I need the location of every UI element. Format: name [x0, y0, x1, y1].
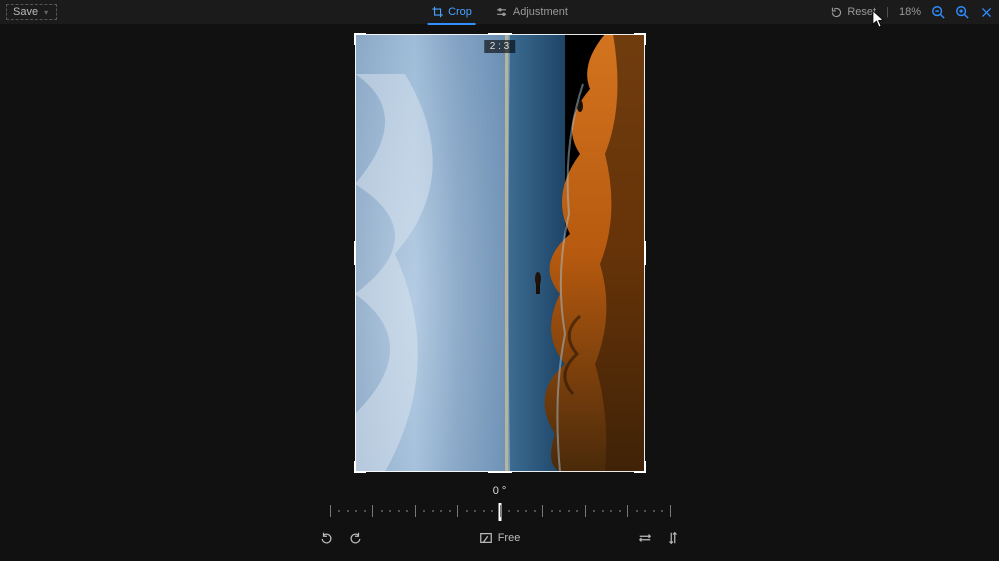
ruler-tick-minor	[440, 510, 442, 512]
save-label: Save	[13, 6, 38, 18]
ruler-tick-major	[627, 505, 628, 517]
ruler-tick-major	[585, 505, 586, 517]
rotate-ccw-button[interactable]	[320, 531, 334, 545]
ruler-tick-major	[415, 505, 416, 517]
crop-handle-bottom[interactable]	[488, 471, 512, 473]
rotation-angle-label: 0 °	[493, 485, 507, 497]
aspect-mode-button[interactable]: Free	[479, 531, 521, 545]
zoom-label: 18%	[899, 6, 921, 18]
rotation-ruler[interactable]	[330, 499, 670, 523]
ruler-tick-major	[670, 505, 671, 517]
chevron-down-icon: ▾	[44, 8, 48, 17]
aspect-icon	[479, 531, 493, 545]
crop-handle-top[interactable]	[488, 33, 512, 35]
reset-label: Reset	[847, 6, 876, 18]
bottom-controls: 0 ° Free	[0, 481, 999, 561]
ruler-tick-minor	[525, 510, 527, 512]
ruler-tick-major	[542, 505, 543, 517]
ruler-tick-major	[457, 505, 458, 517]
toolbar-right: Reset | 18%	[829, 5, 993, 19]
ruler-tick-minor	[466, 510, 468, 512]
ruler-tick-minor	[483, 510, 485, 512]
ruler-tick-minor	[423, 510, 425, 512]
aspect-ratio-badge: 2 : 3	[484, 40, 515, 53]
ruler-tick-minor	[559, 510, 561, 512]
ruler-tick-minor	[602, 510, 604, 512]
ruler-tick-minor	[406, 510, 408, 512]
ruler-tick-minor	[610, 510, 612, 512]
reset-button[interactable]: Reset	[829, 5, 876, 19]
flip-horizontal-button[interactable]	[638, 531, 652, 545]
crop-handle-right[interactable]	[644, 241, 646, 265]
adjustment-icon	[496, 6, 508, 18]
zoom-in-button[interactable]	[955, 5, 969, 19]
ruler-tick-minor	[364, 510, 366, 512]
save-button[interactable]: Save ▾	[6, 4, 57, 20]
ruler-tick-minor	[432, 510, 434, 512]
ruler-tick-minor	[347, 510, 349, 512]
ruler-tick-minor	[661, 510, 663, 512]
ruler-tick-major	[500, 505, 501, 517]
ruler-tick-minor	[517, 510, 519, 512]
flip-vertical-button[interactable]	[666, 531, 680, 545]
ruler-tick-minor	[355, 510, 357, 512]
ruler-tick-minor	[593, 510, 595, 512]
ruler-tick-minor	[576, 510, 578, 512]
ruler-tick-minor	[644, 510, 646, 512]
ruler-tick-minor	[653, 510, 655, 512]
top-toolbar: Save ▾ Crop Adjustment	[0, 0, 999, 24]
flip-group	[638, 531, 680, 545]
close-button[interactable]	[979, 5, 993, 19]
crop-handle-br-v[interactable]	[644, 461, 646, 473]
crop-handle-left[interactable]	[354, 241, 356, 265]
ruler-tick-minor	[508, 510, 510, 512]
toolbar-left: Save ▾	[6, 4, 57, 20]
crop-icon	[431, 6, 443, 18]
photo-preview	[355, 34, 645, 472]
ruler-tick-minor	[491, 510, 493, 512]
ruler-tick-minor	[381, 510, 383, 512]
ruler-tick-minor	[636, 510, 638, 512]
crop-frame[interactable]: 2 : 3	[355, 34, 645, 472]
crop-handle-tr-v[interactable]	[644, 33, 646, 45]
bottom-row: Free	[320, 531, 680, 545]
ruler-tick-minor	[398, 510, 400, 512]
ruler-tick-major	[372, 505, 373, 517]
ruler-tick-minor	[474, 510, 476, 512]
crop-handle-tl-v[interactable]	[354, 33, 356, 45]
separator: |	[886, 6, 889, 18]
ruler-tick-minor	[551, 510, 553, 512]
ruler-tick-minor	[338, 510, 340, 512]
tab-adjustment-label: Adjustment	[513, 6, 568, 18]
ruler-tick-minor	[534, 510, 536, 512]
crop-handle-bl-v[interactable]	[354, 461, 356, 473]
ruler-tick-minor	[389, 510, 391, 512]
rotate-group	[320, 531, 362, 545]
reset-icon	[829, 5, 843, 19]
ruler-tick-minor	[619, 510, 621, 512]
aspect-mode-label: Free	[498, 532, 521, 544]
tab-crop-label: Crop	[448, 6, 472, 18]
ruler-tick-minor	[449, 510, 451, 512]
ruler-tick-minor	[568, 510, 570, 512]
tab-adjustment[interactable]: Adjustment	[494, 0, 570, 24]
toolbar-center-tabs: Crop Adjustment	[429, 0, 570, 24]
zoom-out-button[interactable]	[931, 5, 945, 19]
ruler-tick-major	[330, 505, 331, 517]
rotate-cw-button[interactable]	[348, 531, 362, 545]
tab-crop[interactable]: Crop	[429, 0, 474, 24]
editor-stage: 2 : 3	[0, 24, 999, 481]
